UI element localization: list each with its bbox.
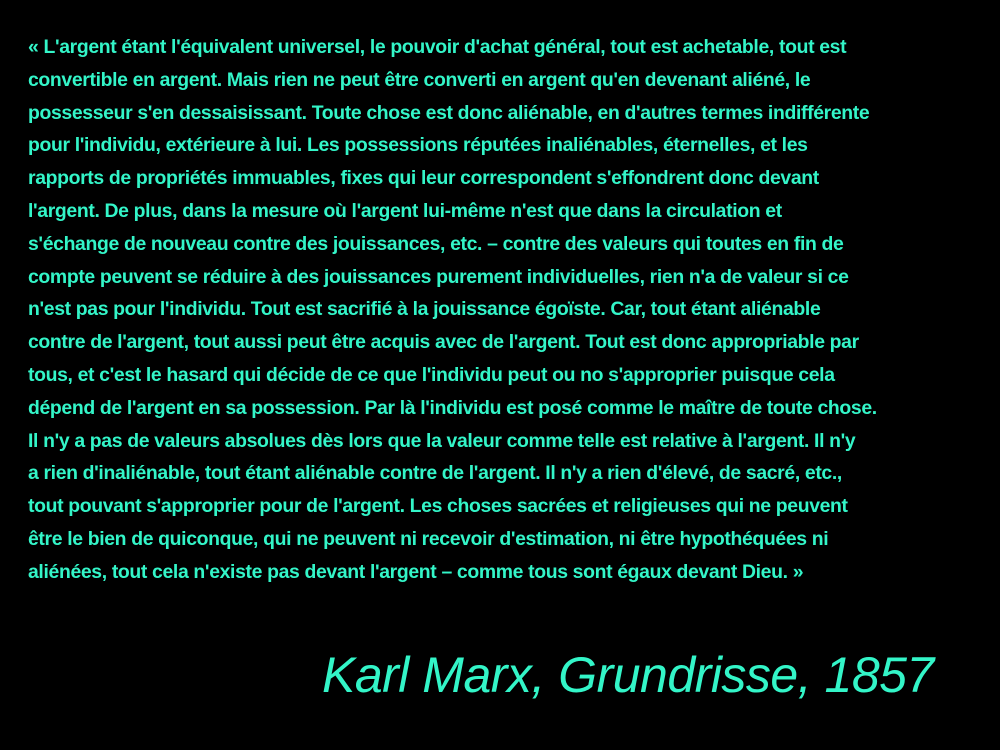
quote-line: possesseur s'en dessaisissant. Toute cho… [28, 101, 870, 124]
quote-line: « L'argent étant l'équivalent universel,… [28, 36, 847, 58]
quote-line: dépend de l'argent en sa possession. Par… [28, 396, 877, 419]
quote-line: tout pouvant s'approprier pour de l'arge… [28, 495, 848, 518]
quote-line: s'échange de nouveau contre des jouissan… [28, 232, 844, 255]
slide: « L'argent étant l'équivalent universel,… [0, 0, 1000, 750]
quote-line: tous, et c'est le hasard qui décide de c… [28, 363, 835, 386]
quote-line: n'est pas pour l'individu. Tout est sacr… [28, 298, 821, 321]
quote-line: convertible en argent. Mais rien ne peut… [28, 68, 811, 91]
quote-text: « L'argent étant l'équivalent universel,… [28, 31, 978, 589]
quote-line: a rien d'inaliénable, tout étant aliénab… [28, 462, 842, 485]
quote-line: rapports de propriétés immuables, fixes … [28, 167, 819, 190]
quote-line: pour l'individu, extérieure à lui. Les p… [28, 134, 808, 157]
quote-line: être le bien de quiconque, qui ne peuven… [28, 527, 829, 550]
quote-attribution: Karl Marx, Grundrisse, 1857 [322, 647, 934, 703]
quote-line: Il n'y a pas de valeurs absolues dès lor… [28, 429, 856, 452]
quote-line: contre de l'argent, tout aussi peut être… [28, 331, 859, 354]
quote-line: aliénées, tout cela n'existe pas devant … [28, 560, 804, 583]
quote-line: l'argent. De plus, dans la mesure où l'a… [28, 199, 782, 222]
quote-line: compte peuvent se réduire à des jouissan… [28, 265, 849, 288]
